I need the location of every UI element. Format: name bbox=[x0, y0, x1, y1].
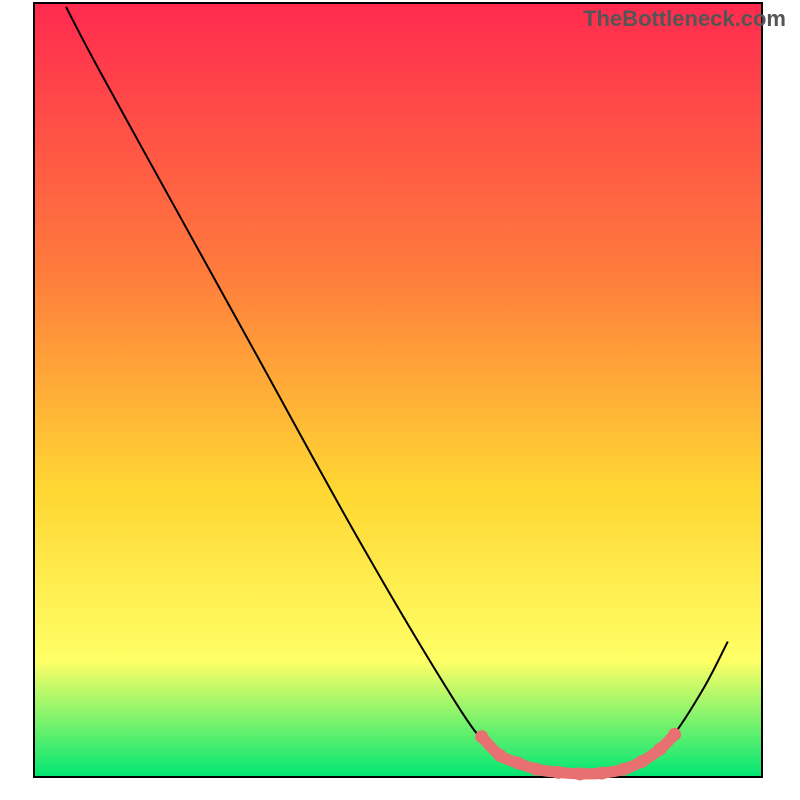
highlight-dot bbox=[512, 757, 525, 770]
highlight-dot bbox=[635, 755, 648, 768]
watermark-text: TheBottleneck.com bbox=[583, 6, 786, 32]
chart-svg bbox=[0, 0, 800, 800]
highlight-dot bbox=[574, 767, 587, 780]
plot-background bbox=[34, 3, 762, 777]
highlight-dot bbox=[493, 749, 506, 762]
highlight-dot bbox=[552, 766, 565, 779]
highlight-dot bbox=[654, 743, 667, 756]
highlight-dot bbox=[595, 767, 608, 780]
highlight-dot bbox=[617, 763, 630, 776]
highlight-dot bbox=[668, 728, 681, 741]
chart-container: TheBottleneck.com bbox=[0, 0, 800, 800]
highlight-dot bbox=[530, 763, 543, 776]
highlight-dot bbox=[475, 730, 488, 743]
